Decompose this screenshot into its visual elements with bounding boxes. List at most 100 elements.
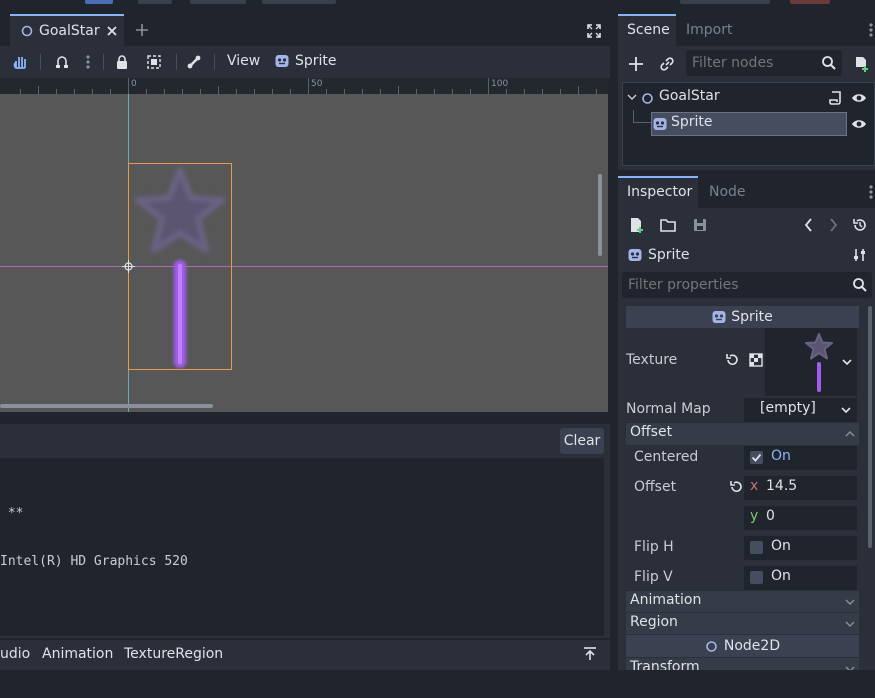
inspector-scrollbar[interactable]	[868, 306, 872, 548]
workspace-3d-icon[interactable]	[138, 0, 172, 4]
flip-h-value: On	[771, 538, 791, 554]
centered-checkbox[interactable]: On	[744, 446, 857, 470]
offset-x-value: 14.5	[766, 478, 798, 494]
tab-node[interactable]: Node	[700, 176, 754, 208]
tree-item-sprite[interactable]: Sprite	[651, 112, 847, 136]
chevron-down-icon[interactable]	[841, 356, 853, 368]
flip-h-label: Flip H	[634, 539, 674, 555]
scene-tree[interactable]: GoalStar Sprite	[622, 82, 875, 166]
distraction-free-icon[interactable]	[586, 23, 602, 39]
pivot-icon[interactable]	[122, 260, 135, 273]
tab-import[interactable]: Import	[678, 14, 742, 46]
group-title: Animation	[630, 592, 702, 608]
workspace-script-icon[interactable]	[190, 0, 246, 4]
group-header-offset[interactable]: Offset	[626, 423, 859, 445]
normal-map-label: Normal Map	[626, 401, 711, 417]
clear-button[interactable]: Clear	[560, 428, 604, 454]
visibility-eye-icon[interactable]	[851, 90, 867, 106]
tab-inspector[interactable]: Inspector	[618, 176, 698, 208]
texture-type-icon	[748, 352, 764, 368]
snap-icon[interactable]	[54, 54, 70, 70]
normal-map-picker[interactable]: [empty]	[744, 398, 857, 422]
filter-nodes-input[interactable]	[686, 50, 816, 76]
ruler-tick-label: 50	[311, 79, 323, 89]
group-header-animation[interactable]: Animation	[626, 591, 859, 612]
group-header-region[interactable]: Region	[626, 613, 859, 634]
expand-panel-icon[interactable]	[582, 646, 598, 662]
bottom-tab-animation[interactable]: Animation	[42, 646, 113, 662]
scene-tab-bar: GoalStar	[0, 14, 610, 46]
revert-icon[interactable]	[728, 479, 744, 495]
sprite-menu-button[interactable]: Sprite	[274, 53, 337, 69]
object-history-icon[interactable]	[852, 217, 868, 233]
section-header-sprite[interactable]: Sprite	[626, 306, 859, 328]
filter-nodes-field[interactable]	[686, 50, 842, 76]
renderer-icon[interactable]	[790, 0, 830, 4]
node-properties-menu-icon[interactable]	[852, 247, 868, 263]
chevron-down-icon	[844, 596, 856, 608]
save-icon[interactable]	[692, 217, 708, 233]
section-header-node2d[interactable]: Node2D	[626, 635, 859, 657]
dock-menu-icon[interactable]	[867, 184, 875, 200]
tab-node-label: Node	[709, 184, 746, 200]
close-icon[interactable]	[106, 25, 118, 37]
star-sprite	[135, 167, 225, 253]
property-list[interactable]: Sprite Texture Normal Map [empty] Offset	[622, 304, 875, 677]
new-resource-icon[interactable]	[628, 217, 644, 233]
workspace-2d-icon[interactable]	[85, 0, 113, 4]
node2d-circle-icon	[640, 91, 654, 105]
revert-icon[interactable]	[724, 352, 740, 368]
texture-stick-thumbnail	[817, 362, 821, 392]
filter-properties-field[interactable]	[622, 272, 872, 298]
output-log[interactable]: ** Intel(R) HD Graphics 520 **	[0, 458, 604, 665]
history-back-icon[interactable]	[802, 217, 816, 233]
chevron-down-icon	[844, 618, 856, 630]
pan-tool-icon[interactable]	[12, 54, 30, 70]
tab-scene[interactable]: Scene	[618, 14, 676, 46]
add-script-icon[interactable]	[852, 55, 870, 73]
bottom-tab-audio[interactable]: udio	[0, 646, 30, 662]
flip-v-checkbox[interactable]: On	[744, 566, 857, 590]
toolbar-divider	[40, 54, 41, 70]
inspected-node-header: Sprite	[628, 246, 828, 264]
window-bottom-edge	[0, 670, 875, 677]
x-axis-line	[0, 266, 608, 267]
output-panel: Clear ** Intel(R) HD Graphics 520 **	[0, 424, 610, 665]
texture-preview[interactable]	[765, 328, 857, 396]
flip-v-value: On	[771, 568, 791, 584]
skeleton-bone-icon[interactable]	[186, 54, 202, 70]
output-line: Intel(R) HD Graphics 520	[0, 554, 188, 569]
history-forward-icon[interactable]	[826, 217, 840, 233]
tree-item-goalstar[interactable]: GoalStar	[623, 86, 873, 110]
open-folder-icon[interactable]	[660, 217, 676, 233]
instance-link-icon[interactable]	[658, 55, 676, 73]
workspace-assetlib-icon[interactable]	[262, 0, 336, 4]
horizontal-ruler: 0 50 100	[0, 78, 608, 94]
tab-scene-label: Scene	[627, 22, 670, 38]
node2d-circle-icon	[20, 24, 34, 38]
snap-options-icon[interactable]	[84, 54, 92, 70]
add-node-icon[interactable]	[627, 55, 645, 73]
chevron-up-icon	[844, 428, 856, 440]
vertical-scrollbar[interactable]	[598, 174, 602, 256]
visibility-eye-icon[interactable]	[851, 116, 867, 132]
bottom-tab-textureregion[interactable]: TextureRegion	[124, 646, 223, 662]
chevron-down-icon[interactable]	[840, 404, 852, 416]
group-icon[interactable]	[146, 54, 162, 70]
search-icon	[821, 55, 837, 71]
scene-tab-goalstar[interactable]: GoalStar	[10, 14, 124, 46]
add-tab-icon[interactable]	[134, 22, 150, 38]
offset-x-field[interactable]: x 14.5	[744, 476, 857, 500]
lock-icon[interactable]	[114, 54, 130, 70]
view-menu-button[interactable]: View	[227, 53, 260, 69]
collapse-arrow-icon[interactable]	[627, 92, 637, 102]
dock-menu-icon[interactable]	[867, 22, 875, 38]
sprite-icon	[712, 310, 726, 324]
flip-h-checkbox[interactable]: On	[744, 536, 857, 560]
filter-properties-input[interactable]	[622, 272, 842, 298]
offset-y-field[interactable]: y 0	[744, 506, 857, 530]
script-icon[interactable]	[827, 90, 843, 106]
play-controls-icon[interactable]	[680, 0, 770, 4]
canvas-viewport[interactable]	[0, 94, 608, 412]
horizontal-scrollbar[interactable]	[0, 404, 213, 408]
